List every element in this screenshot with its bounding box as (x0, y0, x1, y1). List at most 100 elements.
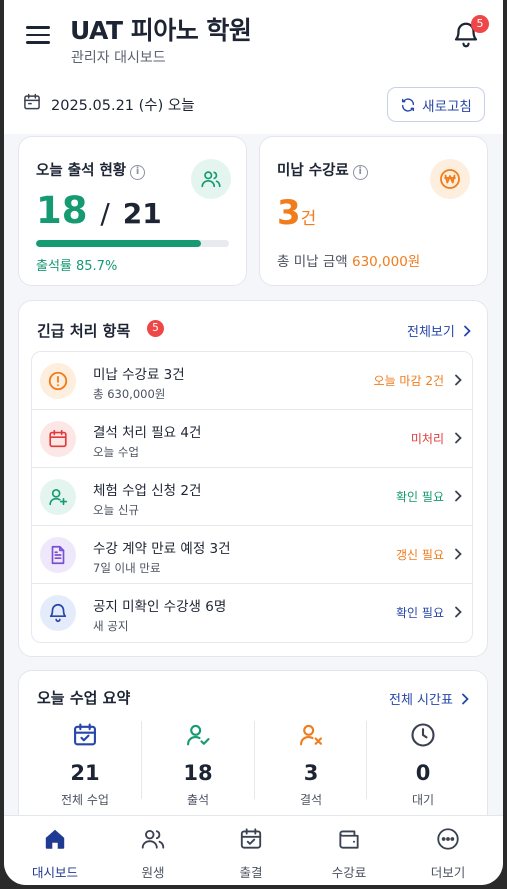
unpaid-amount: 630,000원 (351, 254, 421, 270)
menu-icon-line (26, 26, 50, 29)
urgent-item-status: 확인 필요 (396, 606, 444, 620)
unpaid-title-text: 미납 수강료 (277, 163, 349, 179)
nav-students[interactable]: 원생 (108, 826, 198, 881)
urgent-icon-circle (40, 537, 76, 573)
summary-value: 21 (70, 761, 100, 785)
unpaid-count-unit: 건 (300, 209, 317, 229)
document-icon (51, 545, 65, 565)
urgent-item-absence[interactable]: 결석 처리 필요 4건 오늘 수업 미처리 (32, 410, 472, 468)
summary-present[interactable]: 18 출석 (142, 721, 254, 808)
bottom-navigation: 대시보드 원생 출결 수강료 더보기 (4, 815, 503, 885)
won-icon (440, 169, 460, 189)
alert-circle-icon (48, 371, 68, 391)
home-icon (45, 829, 65, 849)
calendar-check-icon (240, 828, 262, 849)
summary-label: 전체 수업 (61, 793, 109, 807)
summary-label: 대기 (411, 793, 435, 807)
urgent-item-sub: 오늘 수업 (93, 445, 139, 459)
bell-icon (49, 604, 67, 623)
chevron-right-icon (455, 606, 462, 618)
urgent-icon-circle (40, 363, 76, 399)
app-screen: UAT 피아노 학원 관리자 대시보드 5 2025.05.21 (수) 오늘 … (4, 0, 503, 885)
calendar-check-icon (74, 723, 96, 746)
info-icon[interactable]: i (130, 165, 146, 180)
full-timetable-label: 전체 시간표 (389, 693, 453, 708)
full-timetable-link[interactable]: 전체 시간표 (389, 689, 470, 708)
today-date: 2025.05.21 (수) 오늘 (51, 98, 195, 114)
menu-button[interactable] (26, 26, 50, 46)
nav-label: 출결 (239, 865, 263, 880)
summary-label: 출석 (186, 793, 210, 807)
unpaid-amount-row: 총 미납 금액 630,000원 (277, 250, 420, 270)
nav-label: 수강료 (331, 865, 367, 880)
attendance-card-title: 오늘 출석 현황 i (36, 159, 146, 180)
nav-tuition[interactable]: 수강료 (304, 826, 394, 881)
students-icon-circle (191, 159, 231, 199)
urgent-count-badge: 5 (147, 320, 164, 337)
nav-dashboard[interactable]: 대시보드 (10, 826, 100, 881)
user-plus-icon (49, 489, 68, 506)
summary-value: 3 (303, 761, 319, 785)
clock-icon (411, 723, 435, 747)
urgent-title: 긴급 처리 항목 (37, 322, 131, 340)
app-header: UAT 피아노 학원 관리자 대시보드 5 (4, 0, 503, 78)
refresh-label: 새로고침 (422, 98, 472, 115)
attendance-progress-bar (36, 240, 229, 247)
summary-total-classes[interactable]: 21 전체 수업 (29, 721, 141, 808)
nav-label: 원생 (141, 865, 165, 880)
chevron-right-icon (462, 693, 469, 705)
urgent-item-status: 미처리 (410, 432, 444, 446)
nav-label: 더보기 (430, 865, 466, 880)
chevron-right-icon (455, 490, 462, 502)
unpaid-card-title: 미납 수강료 i (277, 159, 368, 180)
users-icon (141, 829, 165, 849)
count-separator: / (100, 197, 110, 230)
urgent-icon-circle (40, 595, 76, 631)
urgent-item-sub: 오늘 신규 (93, 503, 139, 517)
unpaid-fees-card[interactable]: 미납 수강료 i 3건 총 미납 금액 630,000원 (259, 136, 488, 286)
summary-title: 오늘 수업 요약 (37, 689, 131, 707)
present-count: 18 (36, 189, 88, 232)
page-subtitle: 관리자 대시보드 (71, 50, 166, 66)
info-icon[interactable]: i (352, 165, 368, 180)
urgent-item-trial[interactable]: 체험 수업 신청 2건 오늘 신규 확인 필요 (32, 468, 472, 526)
urgent-item-unpaid[interactable]: 미납 수강료 3건 총 630,000원 오늘 마감 2건 (32, 352, 472, 410)
urgent-item-status: 갱신 필요 (396, 548, 444, 562)
summary-absent[interactable]: 3 결석 (255, 721, 367, 808)
chevron-right-icon (455, 548, 462, 560)
urgent-item-notice[interactable]: 공지 미확인 수강생 6명 새 공지 확인 필요 (32, 584, 472, 642)
unpaid-count: 3건 (277, 193, 316, 233)
urgent-item-sub: 새 공지 (93, 619, 129, 633)
urgent-item-sub: 7일 이내 만료 (93, 561, 161, 575)
user-x-icon (300, 724, 322, 746)
notification-badge: 5 (471, 15, 489, 33)
urgent-icon-circle (40, 479, 76, 515)
calendar-icon (49, 429, 67, 448)
attendance-card[interactable]: 오늘 출석 현황 i 18 / 21 출석률 85.7% (18, 136, 247, 286)
wallet-icon (339, 830, 359, 849)
refresh-button[interactable]: 새로고침 (387, 87, 485, 122)
nav-more[interactable]: 더보기 (403, 826, 493, 881)
urgent-item-contract[interactable]: 수강 계약 만료 예정 3건 7일 이내 만료 갱신 필요 (32, 526, 472, 584)
attendance-rate: 출석률 85.7% (36, 259, 118, 274)
urgent-item-sub: 총 630,000원 (93, 387, 166, 401)
urgent-item-title: 결석 처리 필요 4건 (93, 425, 202, 441)
summary-waiting[interactable]: 0 대기 (367, 721, 479, 808)
menu-icon-line (26, 41, 50, 44)
nav-attendance[interactable]: 출결 (206, 826, 296, 881)
attendance-count: 18 / 21 (36, 189, 162, 232)
attendance-title-text: 오늘 출석 현황 (36, 163, 127, 179)
more-dots-icon (437, 828, 459, 850)
attendance-progress-fill (36, 240, 202, 247)
users-icon (201, 171, 221, 188)
urgent-list: 미납 수강료 3건 총 630,000원 오늘 마감 2건 결석 처리 필요 4… (31, 351, 473, 643)
chevron-right-icon (455, 374, 462, 386)
urgent-icon-circle (40, 421, 76, 457)
nav-label: 대시보드 (31, 865, 78, 880)
unpaid-amount-label: 총 미납 금액 (277, 254, 348, 270)
urgent-view-all-link[interactable]: 전체보기 (407, 321, 472, 340)
chevron-right-icon (464, 325, 471, 337)
user-check-icon (187, 724, 210, 746)
urgent-item-title: 미납 수강료 3건 (93, 367, 185, 383)
summary-value: 0 (415, 761, 431, 785)
